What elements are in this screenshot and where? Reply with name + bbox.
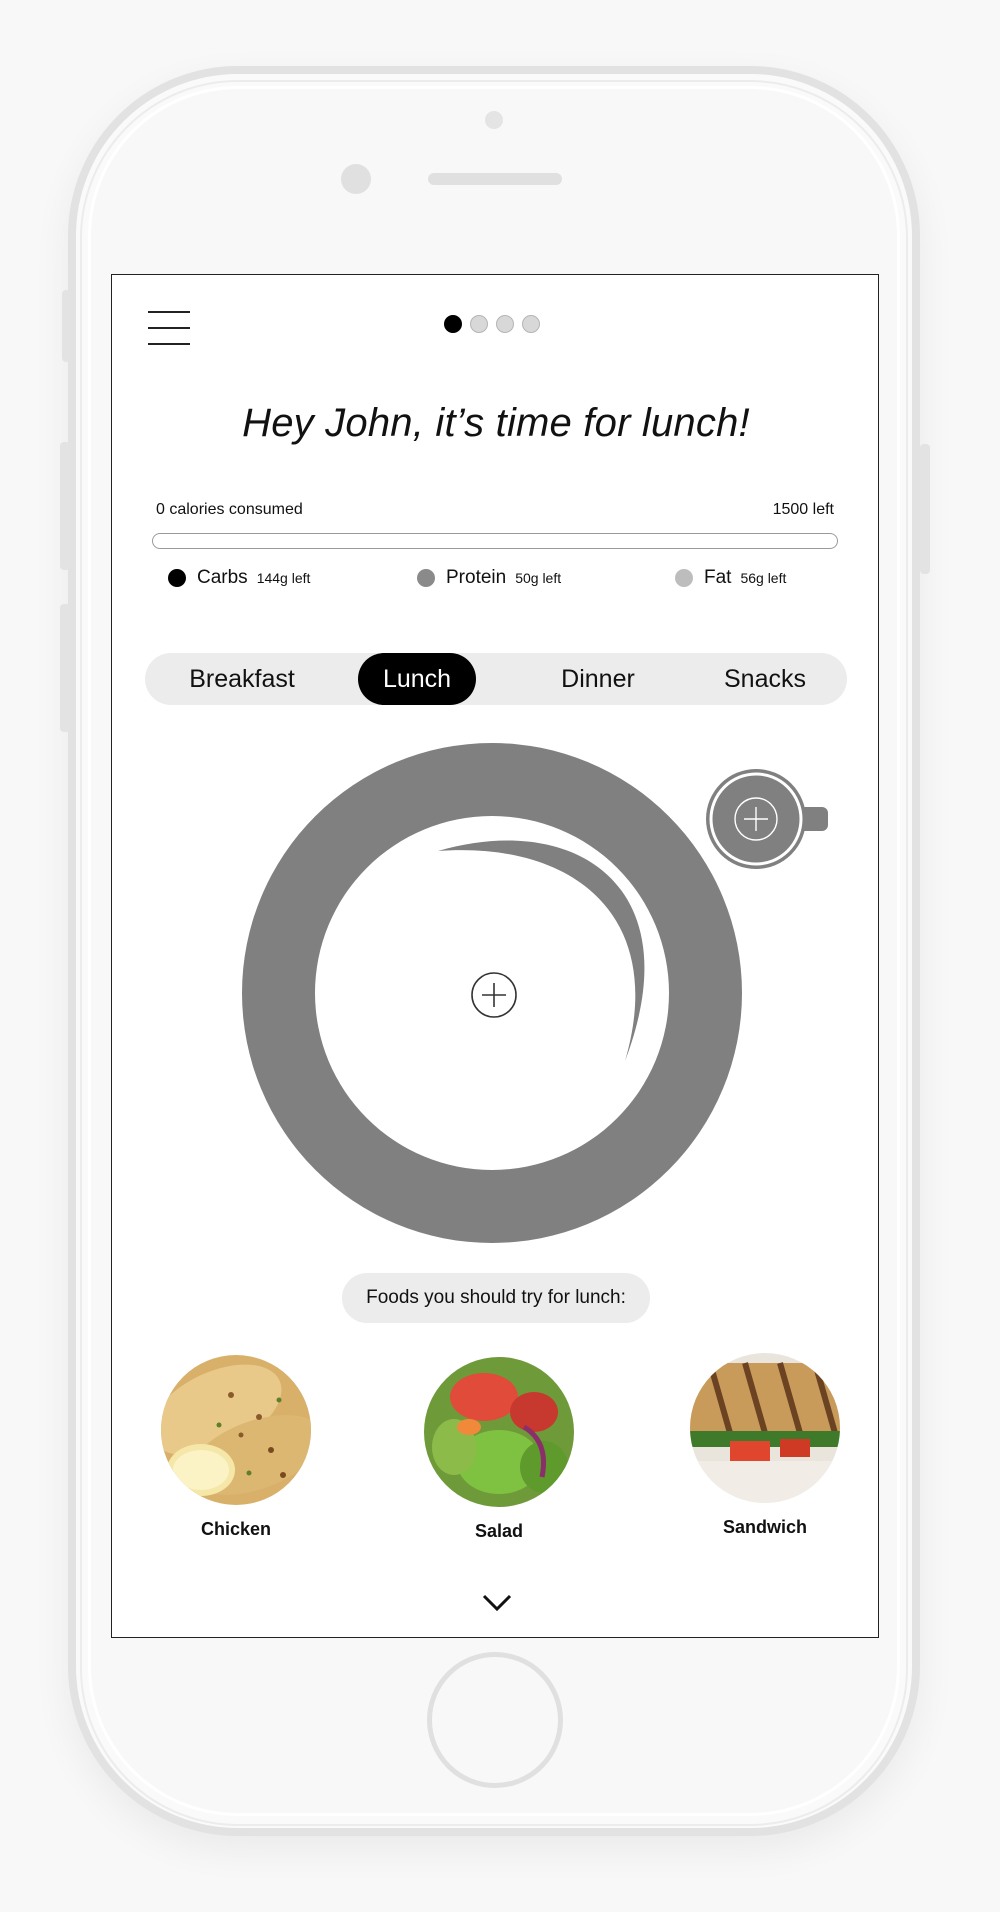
page-dot[interactable]: [522, 315, 540, 333]
side-button-volume-up: [60, 442, 70, 570]
food-item-chicken[interactable]: Chicken: [161, 1355, 311, 1540]
food-label: Salad: [474, 1521, 524, 1541]
macro-protein: Protein 50g left: [417, 567, 561, 589]
home-button[interactable]: [427, 1652, 563, 1788]
greeting-title: Hey John, it’s time for lunch!: [242, 401, 750, 445]
page-indicator: [444, 315, 540, 337]
food-item-sandwich[interactable]: Sandwich: [690, 1353, 840, 1538]
suggestions-title: Foods you should try for lunch:: [342, 1273, 650, 1323]
food-label: Chicken: [200, 1519, 272, 1539]
calorie-progress-bar: [152, 533, 838, 549]
macro-name: Fat: [704, 567, 732, 588]
page-dot[interactable]: [496, 315, 514, 333]
plate-illustration[interactable]: [242, 743, 742, 1243]
proximity-sensor: [485, 111, 503, 129]
carbs-swatch: [168, 569, 186, 587]
plus-circle-icon[interactable]: [471, 972, 517, 1018]
tab-snacks[interactable]: Snacks: [705, 653, 825, 705]
hamburger-menu-icon[interactable]: [148, 311, 190, 345]
salad-photo: [424, 1357, 574, 1507]
page-dot[interactable]: [444, 315, 462, 333]
calories-left: 1500 left: [772, 501, 834, 518]
macro-carbs: Carbs 144g left: [168, 567, 310, 589]
sandwich-photo: [690, 1353, 840, 1503]
macro-left: 50g left: [515, 570, 562, 586]
macro-left: 144g left: [256, 570, 311, 586]
chevron-down-icon[interactable]: [481, 1593, 513, 1613]
macro-fat: Fat 56g left: [675, 567, 786, 589]
food-label: Sandwich: [722, 1517, 807, 1537]
tab-lunch[interactable]: Lunch: [358, 653, 476, 705]
side-button-mute: [62, 290, 70, 362]
protein-swatch: [417, 569, 435, 587]
tab-dinner[interactable]: Dinner: [550, 653, 646, 705]
front-camera: [341, 164, 371, 194]
food-item-salad[interactable]: Salad: [424, 1357, 574, 1542]
side-button-power: [920, 444, 930, 574]
app-screen: Hey John, it’s time for lunch! 0 calorie…: [111, 274, 879, 1638]
page-dot[interactable]: [470, 315, 488, 333]
macro-name: Protein: [446, 567, 507, 588]
cup-illustration[interactable]: [704, 763, 838, 881]
tab-breakfast[interactable]: Breakfast: [173, 653, 311, 705]
macro-name: Carbs: [197, 567, 248, 588]
side-button-volume-down: [60, 604, 70, 732]
earpiece-speaker: [428, 173, 562, 185]
chicken-photo: [161, 1355, 311, 1505]
macro-left: 56g left: [740, 570, 787, 586]
meal-tab-bar: Breakfast Lunch Dinner Snacks: [145, 653, 847, 705]
fat-swatch: [675, 569, 693, 587]
calories-consumed: 0 calories consumed: [156, 501, 303, 518]
